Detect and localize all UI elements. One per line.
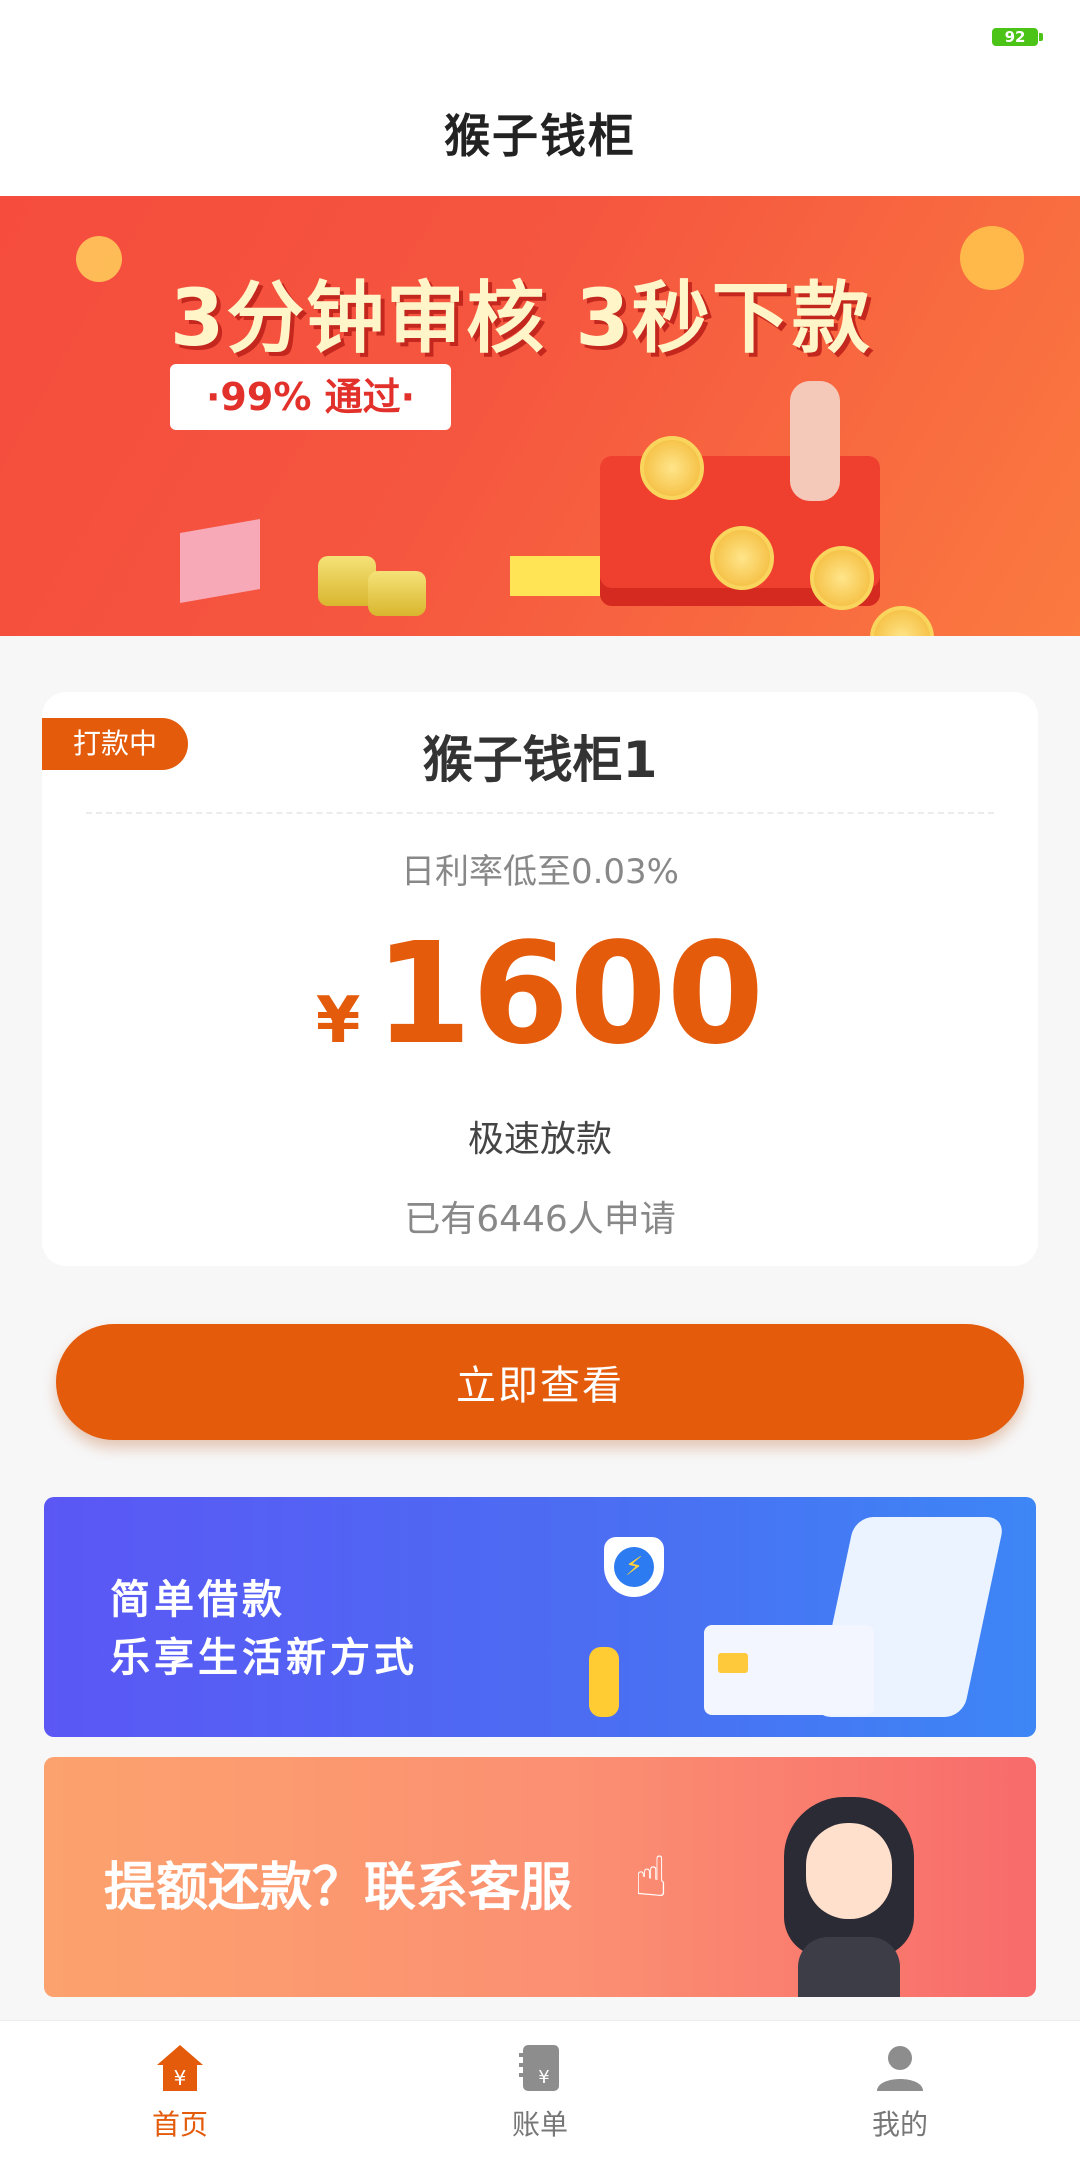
pointing-hand-icon: ☝	[634, 1845, 669, 1910]
coin-image	[710, 526, 774, 590]
tab-home-label: 首页	[151, 2108, 208, 2141]
status-bar: 92	[0, 0, 1080, 76]
loan-amount: ¥1600	[42, 920, 1038, 1070]
currency-symbol: ¥	[315, 984, 361, 1058]
promo-banner-support[interactable]: 提额还款？联系客服 ☝	[44, 1757, 1036, 1997]
svg-text:¥: ¥	[538, 2067, 549, 2088]
promo-line-2: 乐享生活新方式	[110, 1635, 418, 1681]
user-icon	[877, 2046, 923, 2091]
bottom-tab-bar: ¥ 首页 ¥ 账单 我的	[0, 2020, 1080, 2161]
svg-text:¥: ¥	[174, 2066, 187, 2090]
divider	[86, 812, 994, 814]
product-card[interactable]: 打款中 猴子钱柜1 日利率低至0.03% ¥1600 极速放款 已有6446人申…	[42, 692, 1038, 1266]
coin-image	[870, 606, 934, 636]
tab-mine-label: 我的	[871, 2108, 928, 2141]
title-bar: 猴子钱柜	[0, 76, 1080, 196]
feature-label: 极速放款	[467, 1119, 612, 1160]
tab-bills[interactable]: ¥ 账单	[440, 2021, 640, 2161]
promo-line-1: 简单借款	[110, 1577, 286, 1623]
tab-bills-label: 账单	[511, 2108, 568, 2141]
promo-banner-loan[interactable]: 简单借款 乐享生活新方式 ⚡	[44, 1497, 1036, 1737]
product-name: 猴子钱柜1	[422, 731, 658, 789]
person-illustration	[589, 1647, 619, 1717]
applicant-count: 已有6446人申请	[404, 1199, 676, 1240]
shield-icon: ⚡	[604, 1537, 664, 1597]
support-text: 提额还款？联系客服	[104, 1857, 573, 1918]
customer-service-agent-image	[784, 1797, 914, 1997]
tab-home[interactable]: ¥ 首页	[80, 2021, 280, 2161]
coin-image	[810, 546, 874, 610]
decor-orb	[76, 236, 122, 282]
hero-banner[interactable]: 3分钟审核 3秒下款 ·99% 通过·	[0, 196, 1080, 636]
coin-stack-image	[368, 571, 426, 616]
bill-icon: ¥	[519, 2045, 559, 2091]
home-yen-icon: ¥	[157, 2045, 203, 2091]
battery-icon: 92	[992, 28, 1043, 46]
view-now-button[interactable]: 立即查看	[56, 1324, 1024, 1440]
banner-headline: 3分钟审核 3秒下款	[170, 274, 872, 364]
tab-mine[interactable]: 我的	[800, 2021, 1000, 2161]
gift-box-image	[180, 518, 260, 604]
battery-level: 92	[1004, 28, 1026, 46]
person-illustration	[790, 381, 840, 501]
coin-image	[640, 436, 704, 500]
page-title: 猴子钱柜	[444, 109, 636, 163]
daily-rate: 日利率低至0.03%	[400, 852, 679, 892]
amount-value: 1600	[374, 913, 765, 1076]
banner-pass-rate: ·99% 通过·	[170, 364, 452, 430]
bank-card-illustration	[704, 1625, 874, 1715]
decor-coin	[960, 226, 1024, 290]
